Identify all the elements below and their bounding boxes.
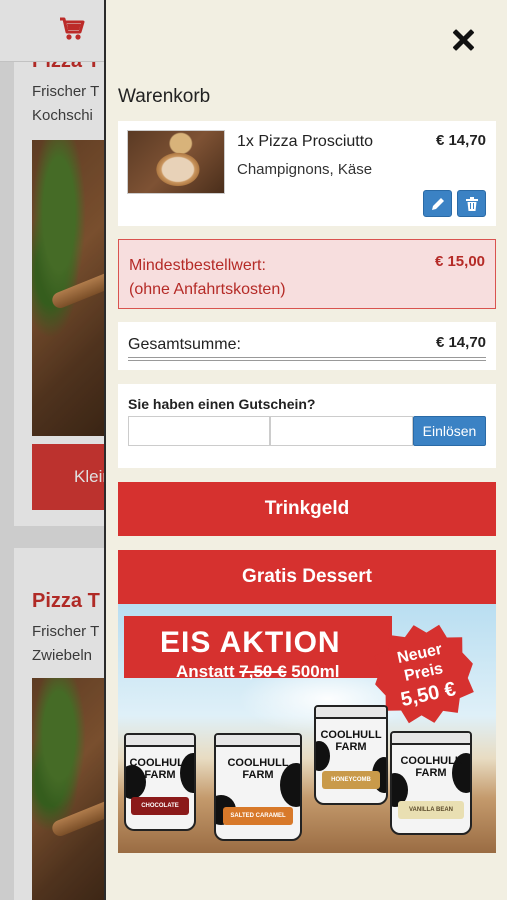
delete-item-button[interactable]	[457, 190, 486, 217]
tub-brand: COOLHULL	[129, 757, 191, 769]
total-row: Gesamtsumme: € 14,70	[118, 322, 496, 370]
background-page: Pizza T Frischer T Kochschi Klein Pizza …	[0, 0, 104, 900]
tub-flavor: CHOCOLATE	[131, 797, 189, 815]
ice-cream-tub: COOLHULL FARM VANILLA BEAN	[390, 731, 472, 835]
trash-icon	[466, 197, 478, 211]
tub-brand: FARM	[144, 769, 176, 781]
coupon-code-input-2[interactable]	[270, 416, 413, 446]
cart-item: 1x Pizza Prosciutto Champignons, Käse € …	[118, 121, 496, 226]
coupon-section: Sie haben einen Gutschein? Einlösen	[118, 384, 496, 468]
total-label: Gesamtsumme:	[128, 336, 241, 353]
free-dessert-button[interactable]: Gratis Dessert	[118, 550, 496, 604]
close-icon[interactable]	[451, 28, 475, 52]
tub-brand: COOLHULL	[320, 729, 382, 741]
item-name: 1x Pizza Prosciutto	[237, 133, 374, 150]
redeem-coupon-button[interactable]: Einlösen	[413, 416, 486, 446]
cart-title: Warenkorb	[118, 86, 211, 107]
tip-button[interactable]: Trinkgeld	[118, 482, 496, 536]
ice-cream-tub: COOLHULL FARM HONEYCOMB	[314, 705, 388, 805]
minimum-note: (ohne Anfahrtskosten)	[129, 281, 286, 298]
tub-flavor: VANILLA BEAN	[398, 801, 464, 819]
minimum-value: € 15,00	[434, 253, 485, 270]
tub-flavor: SALTED CARAMEL	[222, 807, 294, 825]
item-price: € 14,70	[435, 132, 486, 149]
item-image	[127, 130, 225, 194]
pencil-icon	[432, 198, 444, 210]
coupon-question: Sie haben einen Gutschein?	[128, 396, 316, 412]
tub-brand: FARM	[415, 767, 447, 779]
ice-cream-promo-banner[interactable]: EIS AKTION Anstatt 7,50 € 500ml Neuer Pr…	[118, 604, 496, 853]
banner-sub-prefix: Anstatt	[176, 662, 235, 681]
old-price: 7,50 €	[239, 662, 287, 681]
volume: 500ml	[291, 662, 340, 681]
tub-brand: COOLHULL	[227, 757, 289, 769]
total-value: € 14,70	[435, 334, 486, 351]
coupon-code-input[interactable]	[128, 416, 270, 446]
edit-item-button[interactable]	[423, 190, 452, 217]
banner-subtitle: Anstatt 7,50 € 500ml	[176, 662, 340, 682]
banner-header: EIS AKTION Anstatt 7,50 € 500ml	[124, 616, 392, 681]
item-extras: Champignons, Käse	[237, 161, 373, 178]
overlay-dim	[0, 0, 104, 900]
banner-title: EIS AKTION	[160, 626, 341, 659]
total-divider	[128, 357, 486, 361]
tub-brand: COOLHULL	[400, 755, 462, 767]
ice-cream-tub: COOLHULL FARM CHOCOLATE	[124, 733, 196, 831]
minimum-order-alert: Mindestbestellwert: (ohne Anfahrtskosten…	[118, 239, 496, 309]
cart-drawer: Warenkorb 1x Pizza Prosciutto Champignon…	[104, 0, 507, 900]
minimum-label: Mindestbestellwert:	[129, 257, 266, 274]
tub-flavor: HONEYCOMB	[321, 771, 381, 789]
tub-brand: FARM	[335, 741, 367, 753]
ice-cream-tub: COOLHULL FARM SALTED CARAMEL	[214, 733, 302, 841]
tub-brand: FARM	[242, 769, 274, 781]
